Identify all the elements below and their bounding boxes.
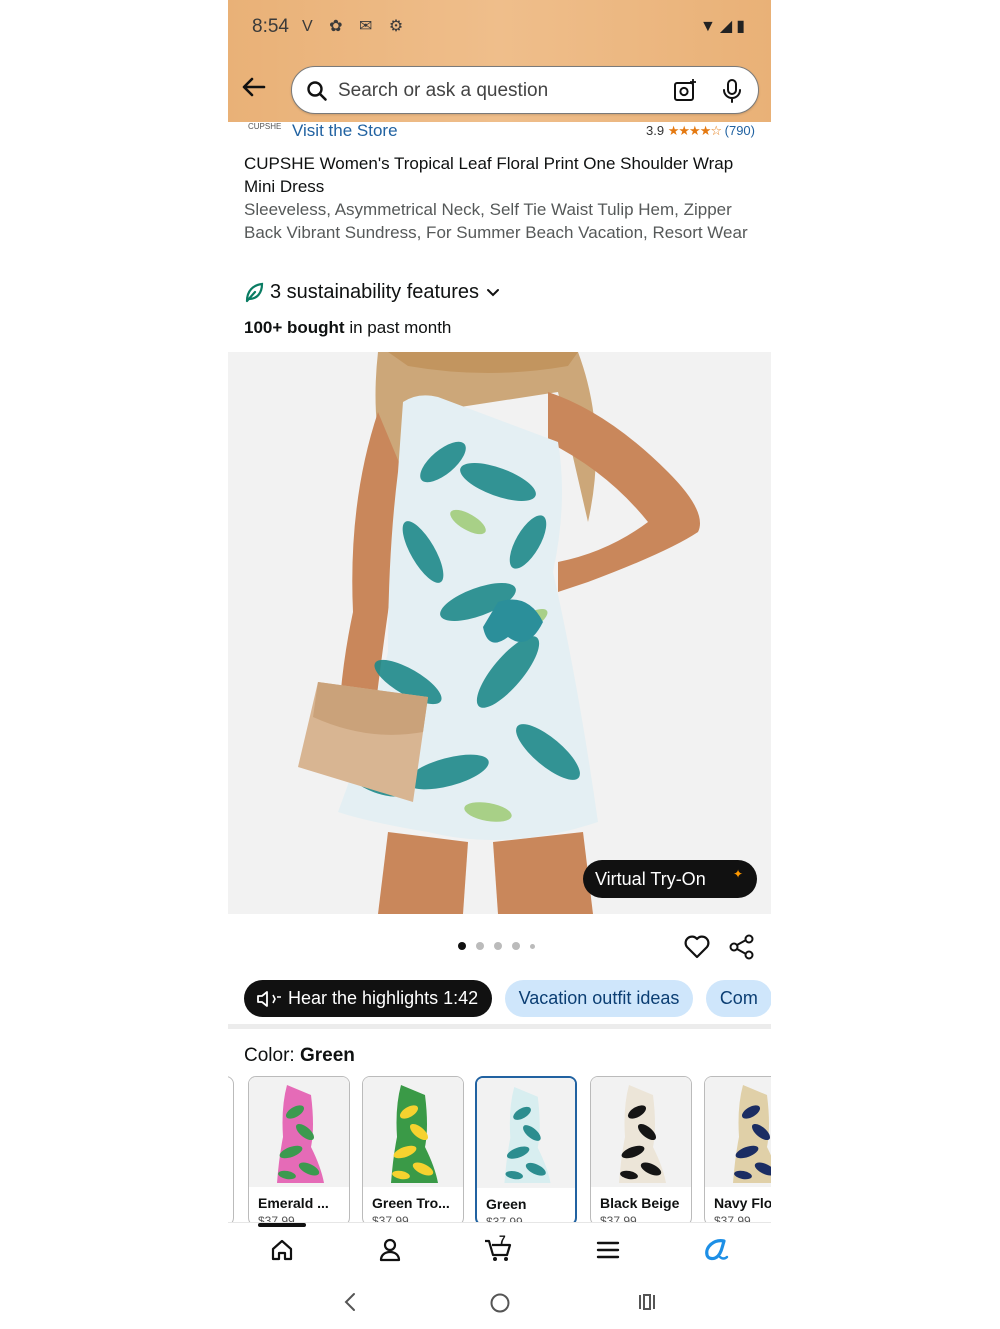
product-title-main: CUPSHE Women's Tropical Leaf Floral Prin… <box>244 154 734 196</box>
search-icon <box>307 81 327 101</box>
search-placeholder: Search or ask a question <box>338 80 549 101</box>
system-navigation-bar <box>228 1272 771 1329</box>
carousel-dot[interactable] <box>458 942 466 950</box>
signal-battery-icons: ▼◢▮ <box>700 18 749 35</box>
sparkle-icon: ✦ <box>732 867 743 881</box>
highlight-chips: Hear the highlights 1:42 Vacation outfit… <box>244 980 771 1018</box>
color-swatch[interactable]: Green $37.99 <box>475 1076 577 1222</box>
status-time: 8:54 <box>252 16 289 37</box>
hear-highlights-chip[interactable]: Hear the highlights 1:42 <box>244 980 493 1017</box>
app-header: 8:54 V ✿ ✉ ⚙ ▼◢▮ Search or ask a questio… <box>228 0 771 122</box>
color-swatch[interactable]: Black Beige $37.99 <box>590 1076 692 1222</box>
bought-rest: in past month <box>344 318 452 337</box>
carousel-dot[interactable] <box>476 942 484 950</box>
carousel-dot[interactable] <box>512 942 520 950</box>
camera-lens-icon[interactable] <box>672 78 698 104</box>
system-recents-icon[interactable] <box>637 1292 657 1312</box>
swatch-name: Navy Flo <box>714 1195 771 1211</box>
rating-summary[interactable]: 3.9 ★★★★☆ (790) <box>646 123 755 139</box>
cart-count: 7 <box>499 1233 506 1247</box>
swatch-thumbnail <box>363 1077 463 1187</box>
virtual-try-on-button[interactable]: Virtual Try-On ✦ <box>583 860 757 898</box>
color-swatch[interactable]: Green Tro... $37.99 <box>362 1076 464 1222</box>
status-bar: 8:54 V ✿ ✉ ⚙ ▼◢▮ <box>228 0 771 54</box>
swatch-price: $37.99 <box>258 1214 295 1222</box>
chip-label: Com <box>719 988 758 1008</box>
color-label-prefix: Color: <box>244 1045 300 1066</box>
color-swatch-partial[interactable] <box>228 1076 234 1222</box>
star-rating-icon: ★★★★☆ <box>667 123 722 138</box>
carousel-dot[interactable] <box>530 943 535 949</box>
swatch-name: Black Beige <box>600 1195 680 1211</box>
bottom-navigation: 7 <box>228 1222 771 1272</box>
swatch-name: Emerald ... <box>258 1195 329 1211</box>
sustainability-features[interactable]: 3 sustainability features <box>244 281 501 304</box>
color-swatch[interactable]: Navy Flo $37.99 <box>704 1076 771 1222</box>
sustainability-label: 3 sustainability features <box>270 281 480 303</box>
color-swatches: Emerald ... $37.99 Green Tro... $37.99 Green… <box>228 1074 771 1222</box>
selected-color: Green <box>299 1045 355 1066</box>
back-arrow-icon[interactable] <box>240 73 268 101</box>
chevron-down-icon <box>487 288 500 296</box>
amazon-app-screen: 8:54 V ✿ ✉ ⚙ ▼◢▮ Search or ask a questio… <box>228 0 771 1329</box>
vacation-outfit-chip[interactable]: Vacation outfit ideas <box>504 980 694 1017</box>
search-input[interactable]: Search or ask a question <box>291 66 759 114</box>
carousel-dot[interactable] <box>494 942 502 950</box>
rufus-icon[interactable] <box>702 1237 730 1263</box>
swatch-price: $37.99 <box>714 1214 751 1222</box>
swatch-price: $37.99 <box>486 1215 523 1222</box>
more-chip[interactable]: Com <box>705 980 771 1017</box>
leaf-icon <box>245 282 264 302</box>
account-icon[interactable] <box>377 1237 403 1263</box>
product-image[interactable]: Virtual Try-On ✦ <box>228 352 771 914</box>
swatch-price: $37.99 <box>600 1214 637 1222</box>
swatch-thumbnail <box>249 1077 349 1187</box>
product-title: CUPSHE Women's Tropical Leaf Floral Prin… <box>244 152 749 244</box>
rating-value: 3.9 <box>646 123 665 138</box>
system-back-icon[interactable] <box>343 1292 357 1312</box>
store-logo: CUPSHE <box>248 122 282 131</box>
swatch-name: Green Tro... <box>372 1195 450 1211</box>
swatch-thumbnail <box>705 1077 771 1187</box>
bought-count: 100+ bought in past month <box>244 318 451 338</box>
color-swatch[interactable]: Emerald ... $37.99 <box>248 1076 350 1222</box>
bought-bold: 100+ bought <box>244 318 345 337</box>
menu-icon[interactable] <box>595 1237 621 1263</box>
product-photo <box>228 352 771 914</box>
heart-icon[interactable] <box>683 933 711 959</box>
home-icon[interactable] <box>269 1237 295 1263</box>
store-row: CUPSHE Visit the Store 3.9 ★★★★☆ (790) <box>228 120 771 144</box>
try-on-label: Virtual Try-On <box>595 868 706 889</box>
home-active-indicator <box>258 1223 306 1227</box>
swatch-thumbnail <box>477 1078 575 1188</box>
rating-count: (790) <box>724 123 755 138</box>
speaker-icon <box>257 990 281 1007</box>
product-title-sub: Sleeveless, Asymmetrical Neck, Self Tie … <box>244 200 748 242</box>
chip-label: Hear the highlights 1:42 <box>288 988 479 1008</box>
microphone-icon[interactable] <box>720 78 744 104</box>
notification-icons: V ✿ ✉ ⚙ <box>302 18 410 35</box>
share-icon[interactable] <box>728 933 756 961</box>
color-label: Color: Green <box>244 1045 355 1067</box>
chip-label: Vacation outfit ideas <box>518 988 680 1008</box>
visit-store-link[interactable]: Visit the Store <box>292 121 398 141</box>
system-home-icon[interactable] <box>489 1292 511 1314</box>
swatch-price: $37.99 <box>372 1214 409 1222</box>
section-divider <box>228 1024 771 1029</box>
swatch-name: Green <box>486 1196 527 1212</box>
swatch-thumbnail <box>591 1077 691 1187</box>
image-carousel-dots[interactable] <box>458 942 535 950</box>
